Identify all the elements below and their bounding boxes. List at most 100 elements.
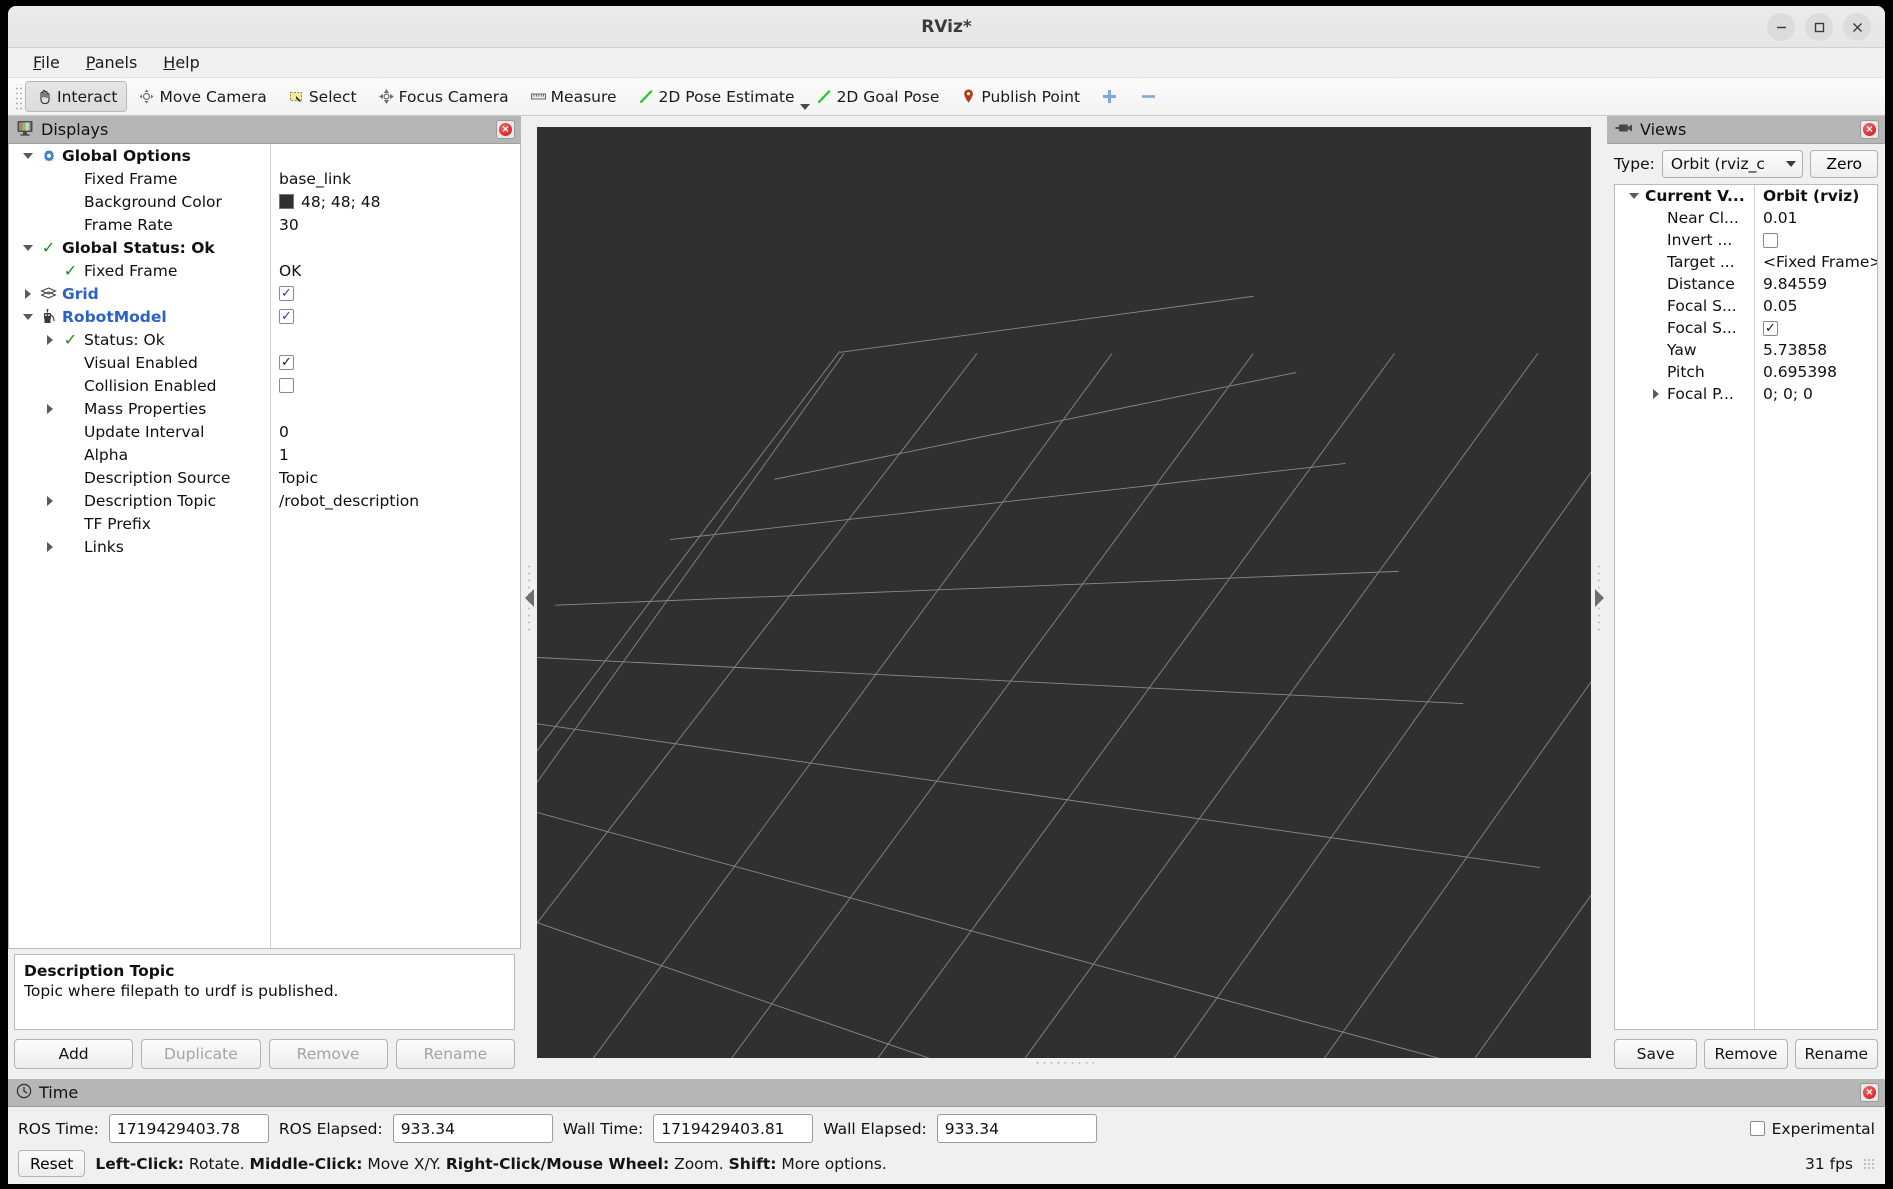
tool-publish-point[interactable]: Publish Point bbox=[949, 81, 1090, 112]
toolbar-overflow-chevron-down-icon[interactable] bbox=[800, 104, 810, 110]
chevron-right-icon[interactable] bbox=[43, 334, 57, 345]
chevron-down-icon[interactable] bbox=[21, 244, 35, 251]
toolbar-grip[interactable] bbox=[14, 83, 22, 110]
views-row-near-cl[interactable]: Near Cl... 0.01 bbox=[1615, 207, 1877, 229]
tool-move-camera[interactable]: Move Camera bbox=[127, 81, 276, 112]
color-swatch[interactable] bbox=[279, 194, 294, 209]
displays-row-visual-enabled[interactable]: Visual Enabled bbox=[9, 351, 520, 374]
tool-2d-pose-estimate[interactable]: 2D Pose Estimate bbox=[627, 81, 805, 112]
views-checkbox-focal-s[interactable] bbox=[1763, 320, 1778, 336]
3d-viewport[interactable] bbox=[537, 127, 1591, 1058]
remove-view-button[interactable]: Remove bbox=[1704, 1039, 1788, 1069]
chevron-down-icon[interactable] bbox=[1627, 193, 1641, 199]
displays-row-collision-enabled[interactable]: Collision Enabled bbox=[9, 374, 520, 397]
window-resize-grip[interactable] bbox=[1863, 1157, 1875, 1170]
move-camera-icon bbox=[137, 87, 156, 106]
rename-button[interactable]: Rename bbox=[395, 1039, 515, 1069]
tool-measure[interactable]: Measure bbox=[519, 81, 627, 112]
displays-row-global-options[interactable]: Global Options bbox=[9, 144, 520, 167]
chevron-right-icon[interactable] bbox=[1649, 389, 1663, 399]
remove-button[interactable]: Remove bbox=[268, 1039, 388, 1069]
views-checkbox-invert[interactable] bbox=[1763, 232, 1778, 248]
views-row-yaw[interactable]: Yaw 5.73858 bbox=[1615, 339, 1877, 361]
rename-view-button[interactable]: Rename bbox=[1794, 1039, 1878, 1069]
chevron-down-icon[interactable] bbox=[21, 313, 35, 320]
displays-checkbox-grid[interactable] bbox=[279, 286, 294, 301]
tool-interact[interactable]: Interact bbox=[25, 81, 128, 112]
wall-time-input[interactable]: 1719429403.81 bbox=[653, 1114, 814, 1143]
displays-row-mass-properties[interactable]: Mass Properties bbox=[9, 397, 520, 420]
displays-label-fixed-frame: Fixed Frame bbox=[84, 169, 178, 188]
displays-value-description-topic: /robot_description bbox=[279, 491, 420, 510]
experimental-checkbox[interactable] bbox=[1749, 1121, 1765, 1136]
save-view-button[interactable]: Save bbox=[1614, 1039, 1698, 1069]
displays-label-mass-properties: Mass Properties bbox=[84, 399, 207, 418]
displays-checkbox-collision-enabled[interactable] bbox=[279, 378, 294, 393]
tool-focus-camera[interactable]: Focus Camera bbox=[367, 81, 519, 112]
time-close-icon[interactable]: × bbox=[1860, 1083, 1879, 1102]
displays-value-alpha: 1 bbox=[279, 445, 289, 464]
chevron-right-icon[interactable] bbox=[43, 541, 57, 552]
displays-row-alpha[interactable]: Alpha 1 bbox=[9, 443, 520, 466]
displays-row-tf-prefix[interactable]: TF Prefix bbox=[9, 512, 520, 535]
displays-row-fixed-frame[interactable]: ✓ Fixed Frame OK bbox=[9, 259, 520, 282]
reset-button[interactable]: Reset bbox=[18, 1150, 86, 1177]
displays-checkbox-robotmodel[interactable] bbox=[279, 309, 294, 324]
wall-elapsed-input[interactable]: 933.34 bbox=[936, 1114, 1097, 1143]
displays-row-description-topic[interactable]: Description Topic/robot_description bbox=[9, 489, 520, 512]
displays-row-status-ok[interactable]: ✓ Status: Ok bbox=[9, 328, 520, 351]
displays-label-alpha: Alpha bbox=[84, 445, 129, 464]
displays-row-background-color[interactable]: Background Color 48; 48; 48 bbox=[9, 190, 520, 213]
view-type-select[interactable]: Orbit (rviz_c bbox=[1661, 150, 1804, 178]
maximize-icon[interactable] bbox=[1805, 13, 1833, 41]
views-label-distance: Distance bbox=[1667, 275, 1735, 293]
ros-time-input[interactable]: 1719429403.78 bbox=[108, 1114, 269, 1143]
tool-add[interactable] bbox=[1090, 81, 1129, 112]
views-row-focal-s[interactable]: Focal S... 0.05 bbox=[1615, 295, 1877, 317]
displays-row-update-interval[interactable]: Update Interval 0 bbox=[9, 420, 520, 443]
views-row-target[interactable]: Target ... <Fixed Frame> bbox=[1615, 251, 1877, 273]
tool-select[interactable]: Select bbox=[277, 81, 367, 112]
zero-button[interactable]: Zero bbox=[1810, 150, 1878, 178]
displays-row-global-status-ok[interactable]: ✓ Global Status: Ok bbox=[9, 236, 520, 259]
displays-row-robotmodel[interactable]: RobotModel bbox=[9, 305, 520, 328]
views-row-focal-p[interactable]: Focal P... 0; 0; 0 bbox=[1615, 383, 1877, 405]
displays-row-grid[interactable]: Grid bbox=[9, 282, 520, 305]
displays-row-description-source[interactable]: Description Source Topic bbox=[9, 466, 520, 489]
views-collapse-handle[interactable] bbox=[1591, 116, 1607, 1079]
views-row-invert[interactable]: Invert ... bbox=[1615, 229, 1877, 251]
displays-tree[interactable]: Global Options Fixed Frame base_link Backgr… bbox=[8, 144, 521, 949]
displays-row-frame-rate[interactable]: Frame Rate 30 bbox=[9, 213, 520, 236]
views-row-current-v[interactable]: Current V... Orbit (rviz) bbox=[1615, 185, 1877, 207]
close-icon[interactable] bbox=[1843, 13, 1871, 41]
minimize-icon[interactable] bbox=[1767, 13, 1795, 41]
grid-icon bbox=[39, 287, 58, 300]
views-row-focal-s[interactable]: Focal S... bbox=[1615, 317, 1877, 339]
tool-select-label: Select bbox=[308, 87, 357, 106]
chevron-right-icon[interactable] bbox=[43, 495, 57, 506]
duplicate-button[interactable]: Duplicate bbox=[141, 1039, 261, 1069]
tool-2d-goal-pose[interactable]: 2D Goal Pose bbox=[805, 81, 950, 112]
chevron-down-icon[interactable] bbox=[21, 152, 35, 159]
views-row-pitch[interactable]: Pitch 0.695398 bbox=[1615, 361, 1877, 383]
tool-remove[interactable] bbox=[1129, 81, 1168, 112]
views-label-target: Target ... bbox=[1667, 253, 1735, 271]
menu-help[interactable]: Help bbox=[152, 50, 210, 75]
experimental-toggle[interactable]: Experimental bbox=[1749, 1120, 1875, 1138]
displays-close-icon[interactable]: × bbox=[496, 120, 515, 139]
displays-checkbox-visual-enabled[interactable] bbox=[279, 355, 294, 370]
displays-value-update-interval: 0 bbox=[279, 422, 289, 441]
chevron-right-icon[interactable] bbox=[43, 403, 57, 414]
displays-row-fixed-frame[interactable]: Fixed Frame base_link bbox=[9, 167, 520, 190]
chevron-right-icon[interactable] bbox=[21, 288, 35, 299]
views-tree[interactable]: Current V... Orbit (rviz) Near Cl... 0.01 In… bbox=[1614, 184, 1878, 1030]
displays-row-links[interactable]: Links bbox=[9, 535, 520, 558]
ros-elapsed-input[interactable]: 933.34 bbox=[392, 1114, 553, 1143]
menu-panels[interactable]: Panels bbox=[75, 50, 149, 75]
views-close-icon[interactable]: × bbox=[1860, 120, 1879, 139]
views-row-distance[interactable]: Distance 9.84559 bbox=[1615, 273, 1877, 295]
displays-collapse-handle[interactable] bbox=[521, 116, 537, 1079]
menu-file[interactable]: File bbox=[22, 50, 71, 75]
viewport-resize-grip[interactable] bbox=[537, 1058, 1591, 1068]
add-button[interactable]: Add bbox=[14, 1039, 134, 1069]
